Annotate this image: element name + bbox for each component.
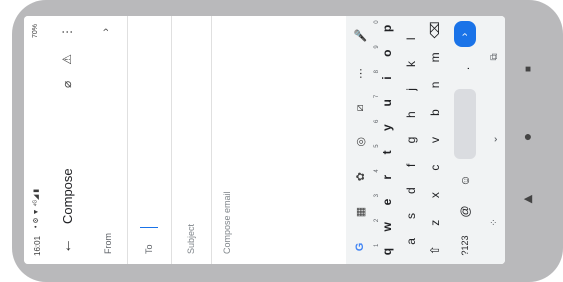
on-screen-keyboard: G ▦ ✿ ◎ ⧄ ⋯ 🎤 q1 w2 e3 r4 t5 y6 u7 i8 o …	[346, 16, 505, 264]
back-icon[interactable]: ◀	[517, 192, 539, 205]
key-n[interactable]: n	[428, 75, 442, 95]
screen: 16:01 • ⚙ ▼ ⁴ᴳ◢ ▮ 70% ← Compose ⌀ ⚠ ⋮ Fr…	[0, 0, 563, 282]
key-r[interactable]: r4	[374, 167, 394, 187]
key-i[interactable]: i8	[374, 68, 394, 88]
key-t[interactable]: t5	[374, 142, 394, 162]
text-cursor	[140, 227, 158, 228]
enter-key[interactable]: ›	[454, 21, 476, 48]
key-g[interactable]: g	[404, 130, 418, 150]
rotated-content: 16:01 • ⚙ ▼ ⁴ᴳ◢ ▮ 70% ← Compose ⌀ ⚠ ⋮ Fr…	[24, 16, 505, 264]
key-b[interactable]: b	[428, 103, 442, 123]
keyboard-row-4: ?123 @ ☺ . ›	[454, 16, 476, 264]
back-arrow-icon[interactable]: ←	[58, 238, 76, 254]
app-bar-actions: ⌀ ⚠ ⋮	[60, 26, 74, 88]
from-row[interactable]: From ›	[88, 16, 128, 264]
key-p[interactable]: p0	[374, 18, 394, 38]
phone-screen: 16:01 • ⚙ ▼ ⁴ᴳ◢ ▮ 70% ← Compose ⌀ ⚠ ⋮ Fr…	[24, 16, 505, 264]
recents-icon[interactable]: ■	[517, 64, 539, 75]
palette-icon[interactable]: ◎	[354, 137, 367, 147]
keyboard-row-2: a s d f g h j k l	[404, 16, 418, 264]
key-at[interactable]: @	[458, 202, 472, 222]
key-q[interactable]: q1	[374, 242, 394, 262]
key-w[interactable]: w2	[374, 217, 394, 237]
key-c[interactable]: c	[428, 158, 442, 178]
settings-icon[interactable]: ✿	[354, 172, 367, 181]
page-title: Compose	[60, 168, 75, 224]
status-icons: • ⚙ ▼ ⁴ᴳ◢ ▮	[33, 188, 40, 228]
status-time: 16:01	[33, 235, 42, 256]
key-a[interactable]: a	[404, 231, 418, 251]
app-bar: ← Compose ⌀ ⚠ ⋮	[48, 16, 88, 264]
key-m[interactable]: m	[428, 47, 442, 67]
screenshot-icon[interactable]: ⧄	[354, 104, 367, 111]
to-row[interactable]: To	[128, 16, 172, 264]
backspace-icon[interactable]: ⌫	[428, 20, 442, 40]
space-key[interactable]	[454, 89, 476, 160]
key-y[interactable]: y6	[374, 118, 394, 138]
key-x[interactable]: x	[428, 185, 442, 205]
keyboard-row-1: q1 w2 e3 r4 t5 y6 u7 i8 o9 p0	[374, 16, 394, 264]
more-options-icon[interactable]: ⋮	[60, 26, 74, 38]
system-nav-bar: ■ ● ◀	[505, 0, 551, 282]
clipboard-icon[interactable]: ▦	[354, 207, 367, 217]
key-k[interactable]: k	[404, 54, 418, 74]
home-icon[interactable]: ●	[517, 128, 539, 144]
shift-icon[interactable]: ⇧	[428, 240, 442, 260]
battery-level: 70%	[32, 24, 39, 39]
hide-keyboard-icon[interactable]: ⌄	[489, 135, 500, 143]
attach-icon[interactable]: ⌀	[60, 81, 74, 88]
key-l[interactable]: l	[404, 29, 418, 49]
key-z[interactable]: z	[428, 213, 442, 233]
symbols-key[interactable]: ?123	[460, 233, 470, 259]
subject-placeholder: Subject	[186, 223, 196, 254]
compose-body-field[interactable]: Compose email	[222, 191, 232, 254]
key-v[interactable]: v	[428, 130, 442, 150]
mic-off-icon[interactable]: 🎤	[354, 29, 367, 43]
subject-field[interactable]: Subject	[172, 16, 212, 264]
key-f[interactable]: f	[404, 155, 418, 175]
key-u[interactable]: u7	[374, 93, 394, 113]
key-e[interactable]: e3	[374, 192, 394, 212]
key-d[interactable]: d	[404, 181, 418, 201]
key-period[interactable]: .	[458, 59, 472, 79]
key-s[interactable]: s	[404, 206, 418, 226]
keyboard-switch-icon[interactable]: ⁘	[489, 218, 500, 226]
key-h[interactable]: h	[404, 105, 418, 125]
more-icon[interactable]: ⋯	[354, 68, 367, 79]
keyboard-toolbar: G ▦ ✿ ◎ ⧄ ⋯ 🎤	[346, 16, 374, 264]
chevron-right-icon[interactable]: ›	[100, 28, 112, 32]
to-label: To	[144, 244, 154, 254]
key-o[interactable]: o9	[374, 43, 394, 63]
keyboard-row-3: ⇧ z x c v b n m ⌫	[428, 16, 442, 264]
from-label: From	[103, 233, 113, 254]
status-bar: 16:01 • ⚙ ▼ ⁴ᴳ◢ ▮ 70%	[24, 16, 48, 264]
warning-icon[interactable]: ⚠	[60, 54, 74, 65]
key-j[interactable]: j	[404, 79, 418, 99]
google-icon[interactable]: G	[354, 243, 366, 252]
rotate-icon[interactable]: ⧉	[489, 53, 500, 60]
emoji-icon[interactable]: ☺	[458, 171, 472, 191]
keyboard-bottom-bar: ⁘ ⌄ ⧉	[483, 16, 505, 264]
